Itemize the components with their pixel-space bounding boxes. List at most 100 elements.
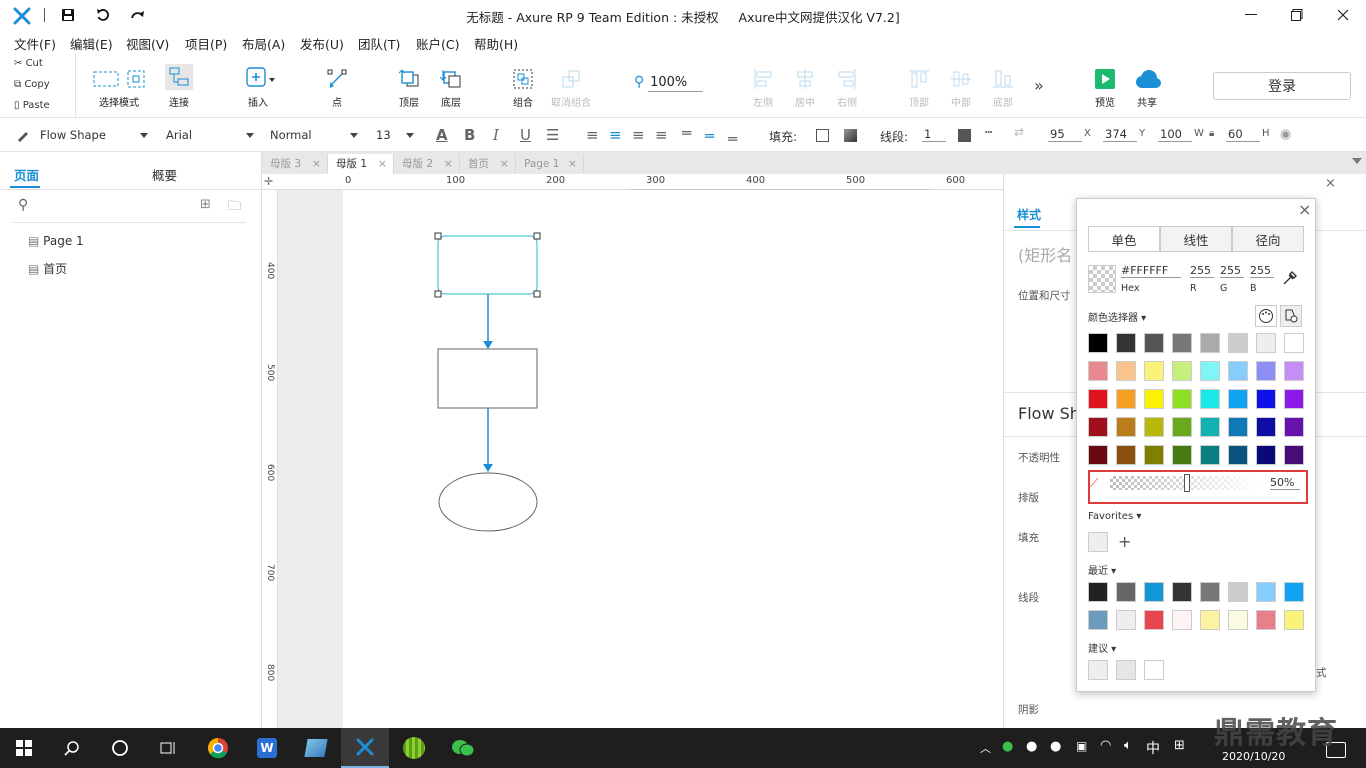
ime-indicator[interactable]: 中	[1146, 738, 1160, 758]
picker-close-icon[interactable]: ×	[1298, 200, 1311, 219]
style-select[interactable]: Flow Shape	[30, 125, 152, 145]
close-tab-icon[interactable]: ×	[444, 154, 453, 174]
cut-button[interactable]: ✂ Cut	[14, 58, 43, 69]
color-swatch[interactable]	[1200, 333, 1220, 353]
show-hidden-icons-chevron[interactable]: ︿	[980, 740, 991, 756]
color-swatch[interactable]	[1228, 361, 1248, 381]
close-tab-icon[interactable]: ×	[378, 154, 387, 174]
color-swatch[interactable]	[1144, 417, 1164, 437]
color-swatch[interactable]	[1200, 361, 1220, 381]
color-swatch[interactable]	[1088, 389, 1108, 409]
page-list-item[interactable]: ▤ 首页	[28, 260, 67, 277]
flow-rounded-rect[interactable]	[437, 235, 538, 295]
group-button[interactable]: 组合	[496, 64, 550, 109]
h-input[interactable]: 60	[1226, 127, 1260, 142]
color-swatch[interactable]	[1172, 333, 1192, 353]
bullet-list-icon[interactable]: ☰	[546, 126, 559, 144]
eyedropper-icon[interactable]	[1282, 270, 1298, 289]
tab-outline[interactable]: 概要	[152, 165, 177, 184]
volume-icon[interactable]: 🔈︎	[1124, 738, 1132, 753]
suggested-swatch[interactable]	[1088, 660, 1108, 680]
resize-handle[interactable]	[533, 290, 541, 298]
favorite-swatch[interactable]	[1088, 532, 1108, 552]
opacity-input[interactable]: 50%	[1270, 476, 1300, 490]
send-to-back-button[interactable]: 底层	[424, 64, 478, 109]
suggested-swatch[interactable]	[1144, 660, 1164, 680]
color-swatch[interactable]	[1200, 417, 1220, 437]
color-swatch[interactable]	[1256, 445, 1276, 465]
hex-input[interactable]: #FFFFFF	[1121, 264, 1181, 278]
color-swatch[interactable]	[1200, 582, 1220, 602]
menu-edit[interactable]: 编辑(E)	[70, 34, 113, 53]
notes-app-icon[interactable]	[292, 728, 340, 768]
close-tab-icon[interactable]: ×	[312, 154, 321, 174]
color-swatch[interactable]	[1144, 445, 1164, 465]
text-align-left-icon[interactable]: ≡	[586, 126, 599, 144]
shape-name-placeholder[interactable]: (矩形名	[1018, 242, 1072, 266]
keyboard-icon[interactable]: ⊞	[1174, 738, 1185, 753]
fill-color-swatch[interactable]	[816, 129, 829, 142]
w-input[interactable]: 100	[1158, 127, 1192, 142]
text-align-center-icon[interactable]: ≡	[609, 126, 622, 144]
close-tab-icon[interactable]: ×	[500, 154, 509, 174]
color-swatch[interactable]	[1088, 582, 1108, 602]
chrome-icon[interactable]	[194, 728, 242, 768]
color-swatch[interactable]	[1088, 610, 1108, 630]
wifi-icon[interactable]: ◠	[1100, 738, 1111, 753]
search-icon[interactable]: ⚲	[18, 197, 28, 213]
tab-linear[interactable]: 线性	[1160, 226, 1232, 252]
add-favorite-icon[interactable]: +	[1118, 532, 1131, 551]
menu-project[interactable]: 项目(P)	[185, 34, 227, 53]
align-right-button[interactable]: 右侧	[820, 64, 874, 109]
flow-rect[interactable]	[437, 348, 538, 409]
color-swatch[interactable]	[1200, 610, 1220, 630]
text-align-right-icon[interactable]: ≡	[632, 126, 645, 144]
color-swatch[interactable]	[1088, 417, 1108, 437]
close-button[interactable]	[1320, 0, 1366, 30]
resize-handle[interactable]	[434, 232, 442, 240]
add-folder-icon[interactable]: 🗀︎	[228, 197, 241, 219]
insert-button[interactable]: 插入	[231, 64, 285, 109]
wechat-icon[interactable]	[439, 728, 487, 768]
opacity-slider-handle[interactable]	[1184, 474, 1190, 492]
color-swatch[interactable]	[1144, 610, 1164, 630]
color-swatch[interactable]	[1200, 445, 1220, 465]
color-swatch[interactable]	[1144, 361, 1164, 381]
b-input[interactable]: 255	[1250, 264, 1274, 278]
tab-home[interactable]: 首页 ×	[460, 154, 516, 174]
tabs-overflow-chevron-icon[interactable]	[1352, 158, 1362, 164]
color-swatch[interactable]	[1228, 389, 1248, 409]
no-color-icon[interactable]: ⟋	[1090, 476, 1098, 491]
menu-publish[interactable]: 发布(U)	[300, 34, 344, 53]
italic-icon[interactable]: I	[493, 126, 499, 144]
color-swatch[interactable]	[1256, 610, 1276, 630]
color-swatch[interactable]	[1256, 417, 1276, 437]
valign-bottom-icon[interactable]: ═	[728, 130, 737, 148]
color-swatch[interactable]	[1284, 333, 1304, 353]
tray-wechat-icon[interactable]: ●	[1002, 739, 1013, 754]
color-swatch[interactable]	[1116, 361, 1136, 381]
resize-handle[interactable]	[434, 290, 442, 298]
tab-style[interactable]: 样式	[1017, 206, 1041, 223]
valign-top-icon[interactable]: ═	[682, 124, 691, 142]
share-button[interactable]: 共享	[1120, 64, 1174, 109]
color-swatch[interactable]	[1088, 445, 1108, 465]
axure-taskbar-icon[interactable]	[341, 728, 389, 768]
windows-start-icon[interactable]	[0, 728, 48, 768]
more-tools-icon[interactable]: »	[1034, 76, 1044, 95]
add-page-icon[interactable]: ⊞	[200, 197, 211, 212]
color-swatch[interactable]	[1228, 333, 1248, 353]
color-swatch[interactable]	[1256, 333, 1276, 353]
flow-ellipse[interactable]	[438, 472, 538, 532]
color-swatch[interactable]	[1172, 361, 1192, 381]
point-button[interactable]: 点	[310, 64, 364, 109]
color-swatch[interactable]	[1284, 445, 1304, 465]
panel-close-icon[interactable]: ×	[1325, 176, 1336, 191]
taskbar-search-icon[interactable]	[48, 728, 96, 768]
color-swatch[interactable]	[1200, 389, 1220, 409]
select-mode-button[interactable]: 选择模式	[90, 64, 148, 109]
r-input[interactable]: 255	[1190, 264, 1214, 278]
color-swatch[interactable]	[1144, 333, 1164, 353]
valign-middle-icon[interactable]: ═	[705, 127, 714, 145]
color-swatch[interactable]	[1116, 333, 1136, 353]
